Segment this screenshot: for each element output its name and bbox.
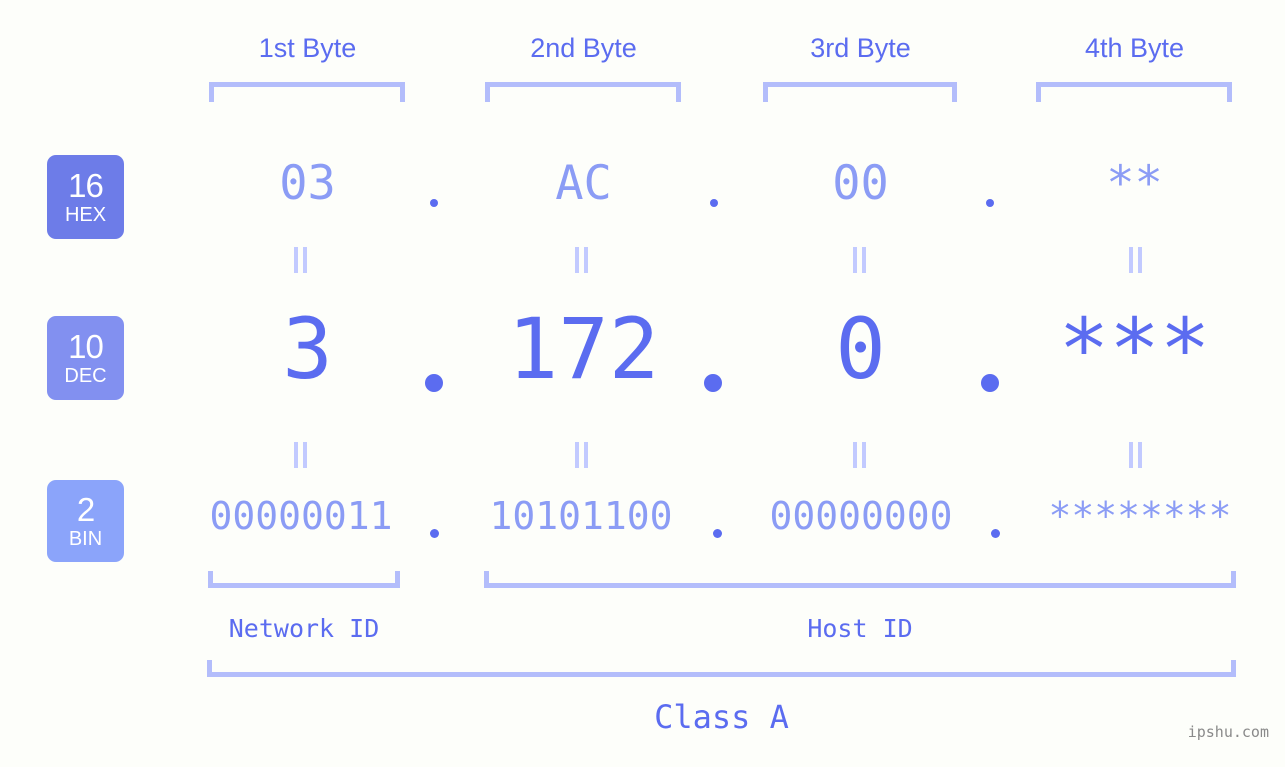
equals-connector-dec-bin-3 (853, 442, 866, 468)
radix-badge-hex-number: 16 (68, 167, 104, 204)
hex-byte-2: AC (555, 156, 612, 211)
site-watermark: ipshu.com (1187, 723, 1269, 741)
dec-byte-4: *** (1058, 300, 1211, 398)
bin-dot-1 (430, 529, 439, 538)
hex-dot-3 (986, 199, 994, 207)
byte-bracket-top-3 (763, 82, 957, 102)
byte-bracket-top-2 (485, 82, 681, 102)
byte-header-2: 2nd Byte (530, 33, 637, 63)
byte-header-4: 4th Byte (1084, 33, 1185, 63)
radix-badge-bin-label: BIN (68, 528, 103, 550)
hex-byte-3: 00 (832, 156, 889, 211)
radix-badge-dec: 10 DEC (47, 316, 124, 400)
radix-badge-bin-number: 2 (76, 491, 95, 528)
hex-byte-1: 03 (279, 156, 336, 211)
hex-dot-2 (710, 199, 718, 207)
host-id-label: Host ID (807, 614, 913, 643)
equals-connector-dec-bin-1 (294, 442, 307, 468)
bin-byte-4: ******** (1048, 494, 1232, 538)
dec-dot-2 (704, 374, 722, 392)
radix-badge-bin: 2 BIN (47, 480, 124, 562)
dec-byte-1: 3 (282, 300, 333, 398)
equals-connector-hex-dec-2 (575, 247, 588, 273)
bin-byte-2: 10101100 (489, 494, 673, 538)
equals-connector-hex-dec-4 (1129, 247, 1142, 273)
host-id-bracket (484, 571, 1236, 588)
network-id-bracket (208, 571, 400, 588)
dec-byte-2: 172 (507, 300, 660, 398)
dec-dot-1 (425, 374, 443, 392)
dec-byte-3: 0 (835, 300, 886, 398)
class-bracket (207, 660, 1236, 677)
byte-header-3: 3rd Byte (810, 33, 911, 63)
radix-badge-hex: 16 HEX (47, 155, 124, 239)
radix-badge-hex-label: HEX (64, 204, 107, 226)
byte-bracket-top-4 (1036, 82, 1232, 102)
radix-badge-dec-label: DEC (64, 365, 107, 387)
hex-dot-1 (430, 199, 438, 207)
equals-connector-dec-bin-4 (1129, 442, 1142, 468)
radix-badge-dec-number: 10 (68, 328, 104, 365)
bin-dot-2 (713, 529, 722, 538)
ip-address-breakdown-diagram: 1st Byte 2nd Byte 3rd Byte 4th Byte 16 H… (0, 0, 1285, 767)
bin-byte-3: 00000000 (769, 494, 953, 538)
equals-connector-dec-bin-2 (575, 442, 588, 468)
bin-dot-3 (991, 529, 1000, 538)
equals-connector-hex-dec-3 (853, 247, 866, 273)
class-label: Class A (654, 698, 789, 736)
dec-dot-3 (981, 374, 999, 392)
byte-bracket-top-1 (209, 82, 405, 102)
network-id-label: Network ID (228, 614, 380, 643)
bin-byte-1: 00000011 (209, 494, 393, 538)
byte-header-1: 1st Byte (258, 33, 357, 63)
equals-connector-hex-dec-1 (294, 247, 307, 273)
hex-byte-4: ** (1106, 156, 1163, 211)
